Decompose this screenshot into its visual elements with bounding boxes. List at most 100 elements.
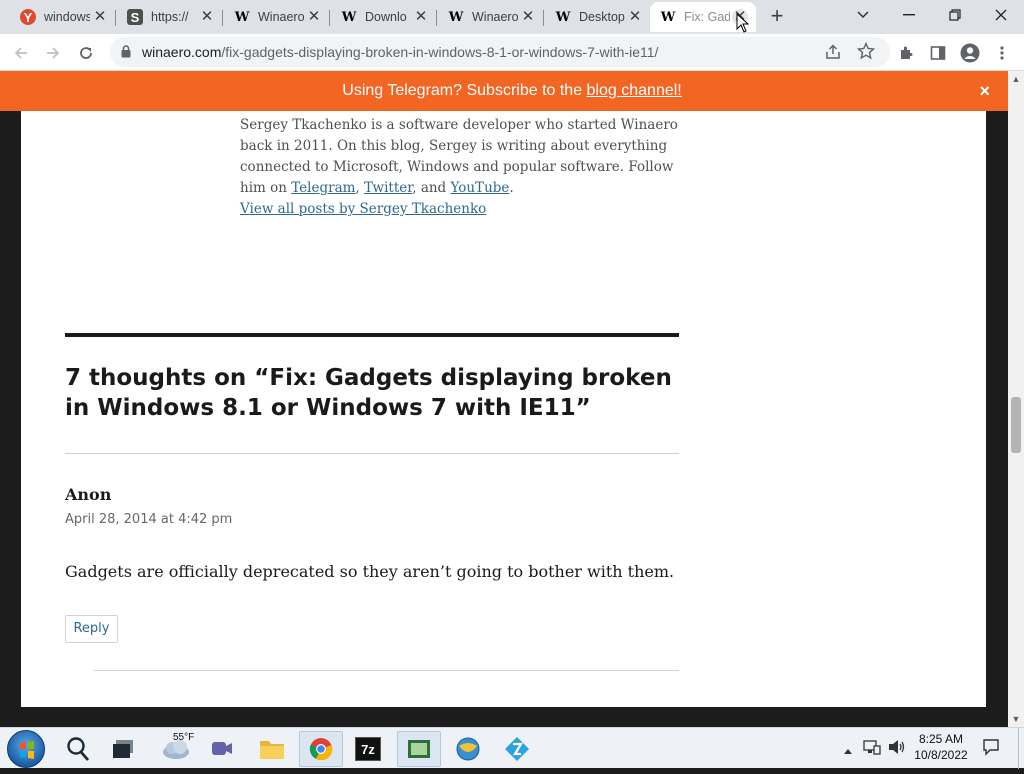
tab-6[interactable]: W Desktop ✕ [545, 2, 651, 32]
extensions-icon[interactable] [893, 40, 919, 66]
reload-icon[interactable] [73, 40, 99, 66]
comment-date-link[interactable]: April 28, 2014 at 4:42 pm [65, 512, 232, 527]
comment-author: Anon [65, 485, 112, 504]
author-bio: Sergey Tkachenko is a software developer… [240, 115, 690, 220]
app-diamond-icon[interactable] [495, 731, 539, 767]
tab-divider [543, 10, 544, 26]
telegram-link[interactable]: Telegram [291, 180, 355, 196]
profile-avatar-icon[interactable] [957, 40, 983, 66]
scroll-down-icon[interactable]: ▼ [1008, 712, 1024, 726]
winaero-icon: W [660, 9, 676, 25]
tab-close-icon[interactable]: ✕ [520, 9, 536, 25]
weather-widget[interactable]: 55°F [155, 731, 199, 767]
minimize-icon[interactable] [886, 0, 932, 30]
comment-body: Gadgets are officially deprecated so the… [65, 562, 675, 581]
url-text: winaero.com/fix-gadgets-displaying-broke… [142, 44, 658, 60]
banner-close-icon[interactable]: × [979, 71, 990, 111]
scroll-up-icon[interactable]: ▲ [1008, 72, 1024, 86]
telegram-banner: Using Telegram? Subscribe to the blog ch… [0, 71, 1024, 111]
tab-5[interactable]: W Winaero ✕ [438, 2, 544, 32]
back-icon[interactable] [8, 40, 34, 66]
tab-close-icon[interactable]: ✕ [92, 9, 108, 25]
tab-2[interactable]: S https:// ✕ [117, 2, 223, 32]
article-page: Sergey Tkachenko is a software developer… [21, 111, 986, 707]
s-icon: S [127, 9, 143, 25]
tab-3[interactable]: W Winaero ✕ [224, 2, 330, 32]
tab-title: Desktop [579, 10, 625, 24]
clock-time: 8:25 AM [918, 732, 964, 746]
restore-icon[interactable] [932, 0, 978, 30]
file-explorer-icon[interactable] [250, 731, 294, 767]
view-all-posts-link[interactable]: View all posts by Sergey Tkachenko [240, 199, 486, 220]
url-host: winaero.com [142, 44, 222, 60]
7zip-logo: 7z [355, 737, 381, 761]
tab-4[interactable]: W Downlo ✕ [331, 2, 437, 32]
globe-app-icon[interactable] [446, 731, 490, 767]
weather-temp: 55°F [173, 732, 195, 743]
search-icon[interactable] [56, 731, 100, 767]
share-icon[interactable] [824, 43, 842, 66]
tab-title: https:// [151, 10, 189, 24]
tab-1[interactable]: Y windows ✕ [10, 2, 116, 32]
tab-title: Winaero [258, 10, 304, 24]
youtube-link[interactable]: YouTube [451, 180, 510, 196]
tray-expand-icon[interactable] [843, 742, 853, 760]
show-desktop-button[interactable] [1018, 728, 1024, 769]
close-window-icon[interactable] [978, 0, 1024, 30]
blog-channel-link[interactable]: blog channel! [587, 82, 682, 99]
clock-date: 10/8/2022 [914, 748, 968, 762]
winaero-icon: W [555, 9, 571, 25]
bookmark-star-icon[interactable] [856, 41, 876, 65]
7zip-icon[interactable]: 7z [346, 731, 390, 767]
teams-chat-icon[interactable] [200, 731, 244, 767]
windows-logo-icon [20, 741, 34, 759]
task-view-icon[interactable] [102, 731, 146, 767]
comment-divider [94, 670, 679, 671]
section-divider [65, 333, 679, 337]
bio-end: . [509, 180, 514, 196]
bio-separator: , [355, 180, 365, 196]
page-viewport: Sergey Tkachenko is a software developer… [0, 111, 1008, 707]
tab-divider [329, 10, 330, 26]
banner-text: Using Telegram? Subscribe to the [342, 82, 587, 99]
tab-title: Winaero [472, 10, 518, 24]
scroll-thumb[interactable] [1011, 397, 1021, 453]
forward-icon[interactable] [40, 40, 66, 66]
winaero-icon: W [341, 9, 357, 25]
side-panel-icon[interactable] [925, 40, 951, 66]
tab-title: Fix: Gad [684, 10, 730, 24]
winaero-icon: W [234, 9, 250, 25]
winaero-icon: W [448, 9, 464, 25]
notifications-icon[interactable] [982, 738, 1000, 761]
menu-kebab-icon[interactable] [989, 40, 1015, 66]
app-taskbar-icon[interactable] [397, 731, 441, 767]
network-icon[interactable] [863, 738, 881, 761]
page-scrollbar[interactable]: ▲ ▼ [1008, 71, 1024, 727]
tab-close-icon[interactable]: ✕ [413, 9, 429, 25]
twitter-link[interactable]: Twitter [364, 180, 412, 196]
url-path: /fix-gadgets-displaying-broken-in-window… [221, 44, 659, 60]
tab-close-icon[interactable]: ✕ [306, 9, 322, 25]
tab-close-icon[interactable]: ✕ [627, 9, 643, 25]
tab-strip: Y windows ✕ S https:// ✕ W Winaero ✕ W D… [0, 0, 1024, 34]
tab-search-icon[interactable] [840, 0, 886, 30]
tab-title: Downlo [365, 10, 407, 24]
bio-separator: , and [412, 180, 451, 196]
windows-taskbar: 55°F 7z 8:25 AM 10/8/2022 [0, 727, 1024, 769]
mouse-cursor-icon [736, 12, 750, 38]
tab-title: windows [44, 10, 90, 24]
taskbar-clock[interactable]: 8:25 AM 10/8/2022 [907, 731, 975, 763]
comments-divider [65, 453, 679, 454]
tab-divider [436, 10, 437, 26]
new-tab-icon[interactable]: + [764, 4, 790, 30]
lock-icon[interactable] [121, 45, 131, 63]
volume-icon[interactable] [887, 738, 907, 761]
tab-close-icon[interactable]: ✕ [199, 9, 215, 25]
comments-title: 7 thoughts on “Fix: Gadgets displaying b… [65, 365, 672, 421]
address-bar[interactable]: winaero.com/fix-gadgets-displaying-broke… [110, 37, 890, 67]
tab-divider [115, 10, 116, 26]
yandex-icon: Y [20, 9, 36, 25]
chrome-taskbar-icon[interactable] [299, 731, 343, 767]
start-button[interactable] [7, 730, 45, 768]
reply-button[interactable]: Reply [65, 615, 118, 643]
